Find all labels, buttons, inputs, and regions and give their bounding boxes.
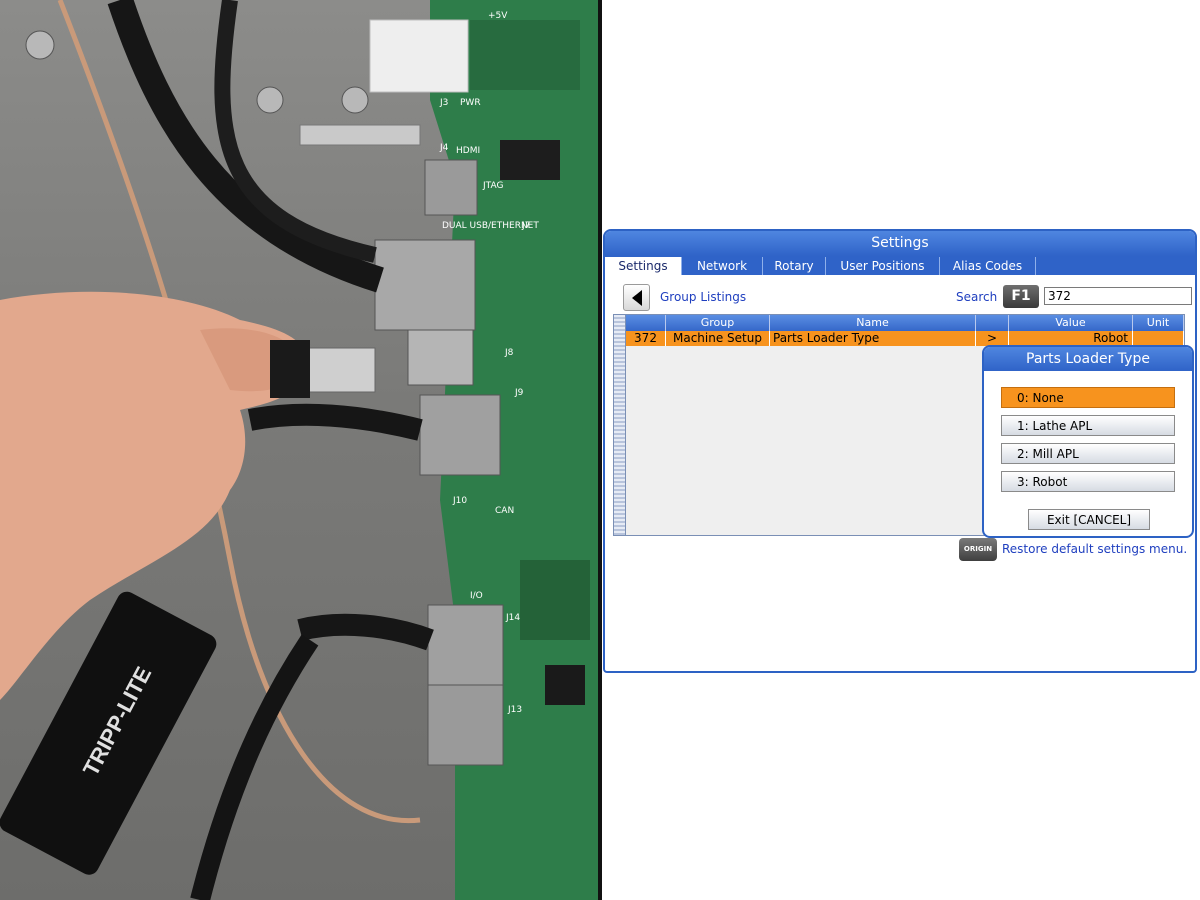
back-button[interactable] xyxy=(623,284,650,311)
board-label-j7: J7 xyxy=(521,221,530,231)
ethernet-port-4 xyxy=(427,684,504,766)
exit-cancel-button[interactable]: Exit [CANCEL] xyxy=(1028,509,1150,530)
board-label-j10: J10 xyxy=(452,496,467,506)
board-label-j4: J4 xyxy=(439,143,449,153)
usb-port xyxy=(407,329,474,386)
tab-user-positions[interactable]: User Positions xyxy=(826,257,940,275)
tab-bar: Settings Network Rotary User Positions A… xyxy=(605,256,1195,275)
search-label: Search xyxy=(956,290,998,304)
board-label-j14: J14 xyxy=(505,613,520,623)
f1-key-icon[interactable]: F1 xyxy=(1003,285,1039,308)
photo-illustration: TRIPP-LITE +5V J3 PWR J4 HDMI JTAG DUAL … xyxy=(0,0,598,900)
row-value[interactable]: Robot xyxy=(1009,331,1133,346)
row-setting-number[interactable]: 372 xyxy=(626,331,666,346)
origin-key-icon[interactable]: ORIGIN xyxy=(959,538,997,561)
board-label-j8: J8 xyxy=(504,348,514,358)
option-lathe-apl[interactable]: 1: Lathe APL xyxy=(1001,415,1175,436)
hdmi-port xyxy=(424,159,478,216)
board-label-jtag: JTAG xyxy=(482,181,503,191)
power-connector xyxy=(369,19,469,93)
tab-settings[interactable]: Settings xyxy=(605,257,682,275)
board-label-j3: J3 xyxy=(439,98,448,108)
ethernet-port-2 xyxy=(419,394,501,476)
option-mill-apl[interactable]: 2: Mill APL xyxy=(1001,443,1175,464)
board-label-5v: +5V xyxy=(488,11,508,21)
group-listings-link[interactable]: Group Listings xyxy=(660,290,746,304)
row-group[interactable]: Machine Setup xyxy=(666,331,770,346)
row-name[interactable]: Parts Loader Type xyxy=(770,331,976,346)
column-header-value: Value xyxy=(1009,315,1133,331)
popup-title: Parts Loader Type xyxy=(984,347,1192,371)
window-title: Settings xyxy=(605,231,1195,256)
board-label-can: CAN xyxy=(495,506,514,516)
screw xyxy=(25,30,55,60)
row-unit[interactable] xyxy=(1133,331,1184,346)
board-label-io: I/O xyxy=(470,591,483,601)
option-none[interactable]: 0: None xyxy=(1001,387,1175,408)
column-header-unit: Unit xyxy=(1133,315,1184,331)
ethernet-port-3 xyxy=(427,604,504,686)
option-robot[interactable]: 3: Robot xyxy=(1001,471,1175,492)
column-header-group: Group xyxy=(666,315,770,331)
board-label-hdmi: HDMI xyxy=(456,146,480,156)
board-label-pwr: PWR xyxy=(460,98,481,108)
column-header-arrow xyxy=(976,315,1009,331)
restore-defaults-hint: Restore default settings menu. xyxy=(1002,542,1188,556)
column-header-number xyxy=(626,315,666,331)
image-divider xyxy=(598,0,602,900)
ethernet-port-1 xyxy=(374,239,476,331)
tab-alias-codes[interactable]: Alias Codes xyxy=(940,257,1036,275)
tab-rotary[interactable]: Rotary xyxy=(763,257,826,275)
usb-plug xyxy=(299,347,376,393)
hardware-photo: TRIPP-LITE +5V J3 PWR J4 HDMI JTAG DUAL … xyxy=(0,0,598,900)
board-label-j13: J13 xyxy=(507,705,522,715)
row-expand-arrow[interactable]: > xyxy=(976,331,1009,346)
search-input[interactable] xyxy=(1044,287,1192,305)
parts-loader-type-popup: Parts Loader Type 0: None 1: Lathe APL 2… xyxy=(982,345,1194,538)
column-header-name: Name xyxy=(770,315,976,331)
table-scrollbar[interactable] xyxy=(614,315,626,535)
tab-network[interactable]: Network xyxy=(682,257,763,275)
board-label-j9: J9 xyxy=(514,388,524,398)
left-arrow-icon xyxy=(632,290,642,306)
